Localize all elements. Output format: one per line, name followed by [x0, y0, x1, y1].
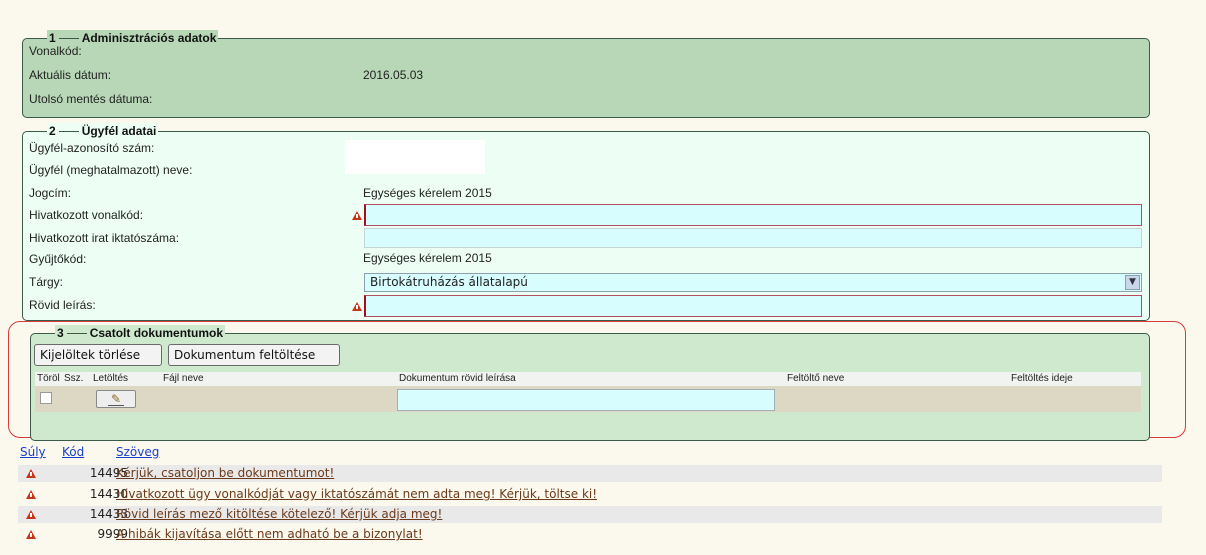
- sort-code-link[interactable]: Kód: [62, 445, 84, 459]
- short-desc-input[interactable]: [364, 295, 1142, 317]
- last-save-label: Utolsó mentés dátuma:: [29, 92, 153, 106]
- attachments-table: Töröl Ssz. Letöltés Fájl neve Dokumentum…: [35, 372, 1141, 412]
- list-item: 14430 Hivatkozott ügy vonalkódját vagy i…: [18, 486, 1162, 503]
- client-data-section: 2 Ügyfél adatai Ügyfél-azonosító szám: Ü…: [22, 123, 1150, 321]
- list-item: 9999 A hibák kijavítása előtt nem adható…: [18, 526, 1162, 543]
- col-delete: Töröl: [37, 373, 60, 384]
- attachments-number: 3: [57, 326, 64, 340]
- client-id-label: Ügyfél-azonosító szám:: [29, 141, 155, 155]
- client-name-label: Ügyfél (meghatalmazott) neve:: [29, 163, 193, 177]
- subject-label: Tárgy:: [29, 275, 64, 289]
- message-link[interactable]: Kérjük, csatoljon be dokumentumot!: [116, 465, 334, 482]
- legend-dash: [58, 130, 79, 132]
- jogcim-label: Jogcím:: [29, 186, 72, 200]
- attachments-table-header: Töröl Ssz. Letöltés Fájl neve Dokumentum…: [35, 372, 1141, 386]
- message-link[interactable]: Rövid leírás mező kitöltése kötelező! Ké…: [116, 506, 442, 523]
- sort-weight-link[interactable]: Súly: [20, 445, 46, 459]
- col-file-name: Fájl neve: [163, 373, 204, 384]
- barcode-label: Vonalkód:: [29, 44, 82, 58]
- warning-icon: [352, 302, 362, 311]
- legend-dash: [66, 332, 87, 334]
- ref-filing-label: Hivatkozott irat iktatószáma:: [29, 231, 180, 245]
- delete-checkbox[interactable]: [40, 392, 52, 404]
- current-date-label: Aktuális dátum:: [29, 68, 112, 82]
- attachments-legend: 3 Csatolt dokumentumok: [55, 325, 226, 341]
- message-link[interactable]: A hibák kijavítása előtt nem adható be a…: [116, 526, 423, 543]
- jogcim-value: Egységes kérelem 2015: [363, 186, 492, 200]
- upload-document-button[interactable]: Dokumentum feltöltése: [168, 344, 340, 366]
- col-download: Letöltés: [93, 373, 129, 384]
- chevron-down-icon[interactable]: ▼: [1125, 275, 1140, 290]
- ref-barcode-label: Hivatkozott vonalkód:: [29, 208, 144, 222]
- warning-icon: [26, 510, 36, 519]
- subject-selected-value: Birtokátruházás állatalapú: [370, 275, 528, 289]
- col-uploader: Feltöltő neve: [787, 373, 845, 384]
- list-item: 14433 Rövid leírás mező kitöltése kötele…: [18, 506, 1162, 523]
- download-button[interactable]: ✎: [96, 390, 136, 408]
- client-data-number: 2: [49, 124, 56, 138]
- warning-icon: [26, 469, 36, 478]
- collection-label: Gyűjtőkód:: [29, 252, 87, 266]
- message-link[interactable]: Hivatkozott ügy vonalkódját vagy iktatós…: [116, 486, 597, 503]
- warning-icon: [352, 211, 362, 220]
- ref-filing-input[interactable]: [364, 228, 1142, 248]
- attachments-title: Csatolt dokumentumok: [89, 326, 224, 340]
- admin-data-title: Adminisztrációs adatok: [81, 31, 217, 45]
- subject-select[interactable]: Birtokátruházás állatalapú ▼: [364, 273, 1142, 292]
- col-uploaded-at: Feltöltés ideje: [1011, 373, 1073, 384]
- client-data-title: Ügyfél adatai: [81, 124, 157, 138]
- collection-value: Egységes kérelem 2015: [363, 251, 492, 265]
- admin-data-section: 1 Adminisztrációs adatok Vonalkód: Aktuá…: [22, 30, 1150, 118]
- short-desc-label: Rövid leírás:: [29, 298, 96, 312]
- list-item: 14495 Kérjük, csatoljon be dokumentumot!: [18, 465, 1162, 482]
- col-index: Ssz.: [64, 373, 84, 384]
- delete-selected-button[interactable]: Kijelöltek törlése: [34, 344, 162, 366]
- document-description-input[interactable]: [397, 389, 775, 411]
- pencil-icon: ✎: [111, 392, 122, 406]
- col-description: Dokumentum rövid leírása: [399, 373, 516, 384]
- client-id-value: [345, 140, 485, 174]
- table-row: ✎: [35, 386, 1141, 412]
- sort-text-link[interactable]: Szöveg: [116, 445, 159, 459]
- pencil-underline: [108, 405, 124, 406]
- ref-barcode-input[interactable]: [364, 204, 1142, 226]
- current-date-value: 2016.05.03: [363, 68, 424, 82]
- legend-dash: [58, 37, 79, 39]
- client-data-legend: 2 Ügyfél adatai: [47, 123, 159, 139]
- attachments-section: 3 Csatolt dokumentumok Kijelöltek törlés…: [30, 325, 1150, 441]
- warning-icon: [26, 490, 36, 499]
- warning-icon: [26, 530, 36, 539]
